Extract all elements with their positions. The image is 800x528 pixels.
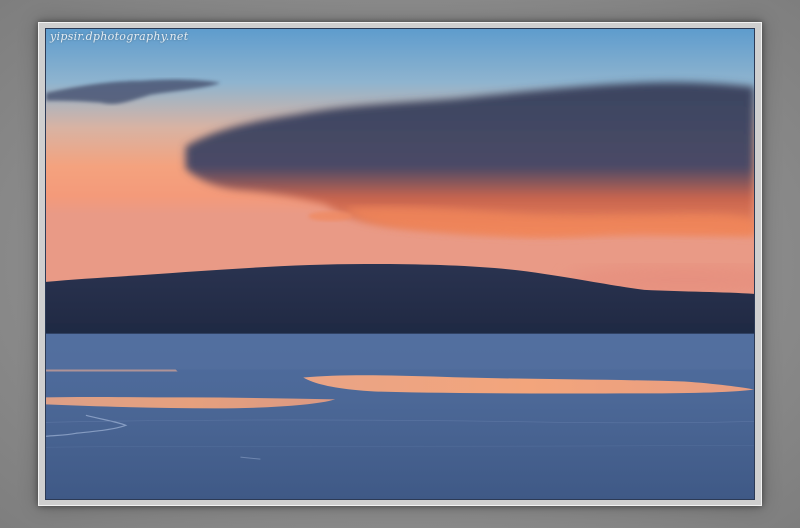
cloud-wisp xyxy=(308,211,353,222)
reflection-thin-line xyxy=(46,369,178,372)
lake-upper xyxy=(46,333,754,370)
landscape-photo xyxy=(45,28,755,500)
landscape-photo-image xyxy=(46,29,754,499)
photographer-watermark: yipsir.dphotography.net xyxy=(50,30,189,43)
